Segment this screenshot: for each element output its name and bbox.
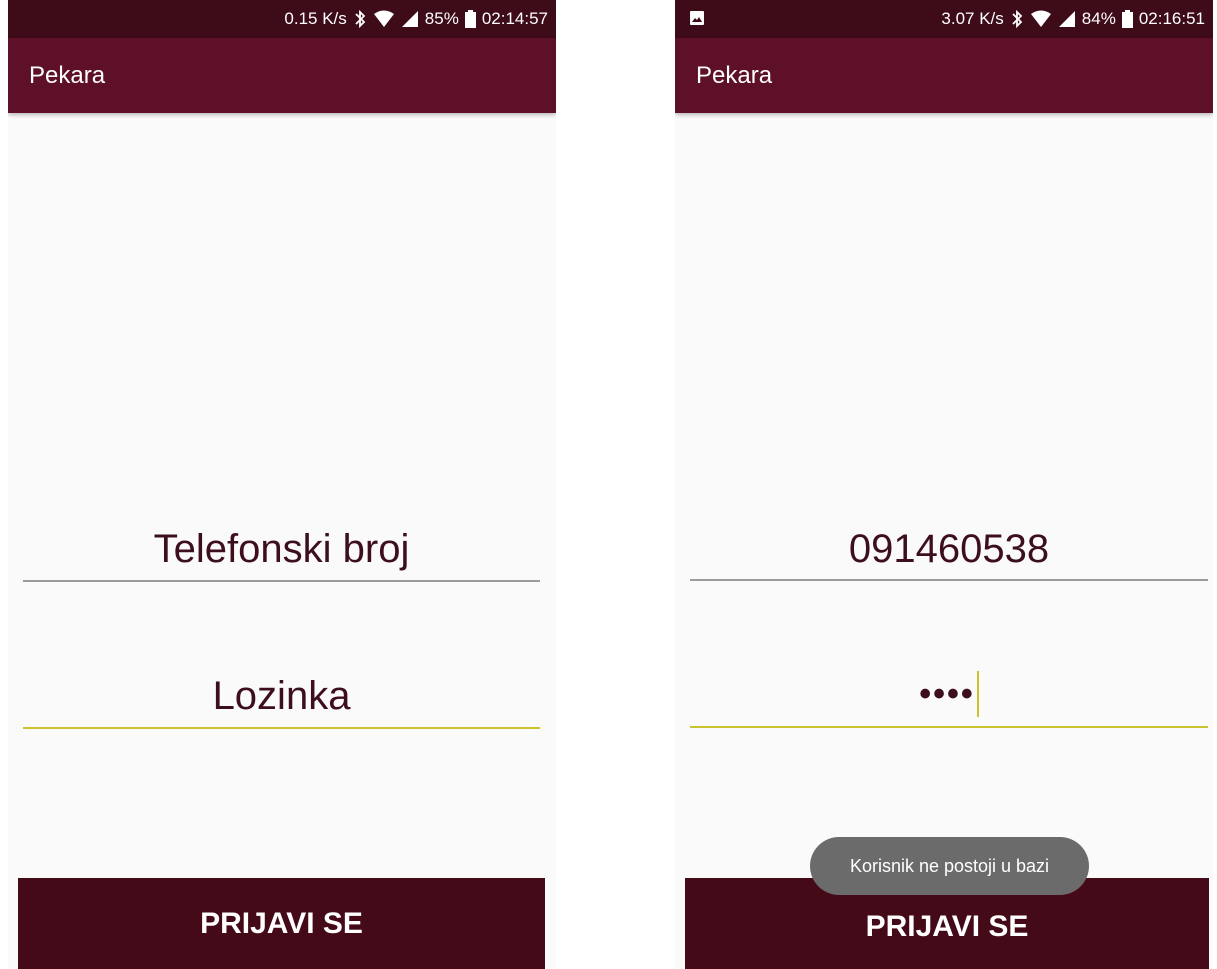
phone-number-underline	[23, 580, 540, 582]
bluetooth-icon	[353, 10, 367, 28]
phone-number-field[interactable]: 091460538	[690, 525, 1208, 585]
phone-number-value: 091460538	[848, 527, 1050, 571]
login-screen-error: 3.07 K/s 84% 02:16:51 Pekara 091460538 •…	[675, 0, 1213, 969]
app-bar: Pekara	[8, 38, 556, 113]
battery-percent: 84%	[1081, 9, 1116, 28]
status-bar: 0.15 K/s 85% 02:14:57	[8, 0, 556, 38]
password-placeholder: Lozinka	[212, 674, 351, 718]
phone-number-placeholder: Telefonski broj	[153, 527, 410, 571]
battery-icon	[1121, 10, 1133, 28]
password-underline	[23, 727, 540, 729]
signal-icon	[401, 10, 419, 28]
password-value: ••••	[919, 675, 975, 713]
password-field[interactable]: ••••	[690, 664, 1208, 734]
app-title: Pekara	[29, 61, 106, 89]
bluetooth-icon	[1010, 10, 1024, 28]
signal-icon	[1058, 10, 1076, 28]
login-button[interactable]: PRIJAVI SE	[18, 878, 545, 969]
gallery-notification-icon	[689, 10, 705, 26]
net-speed: 3.07 K/s	[941, 9, 1004, 28]
status-bar: 3.07 K/s 84% 02:16:51	[675, 0, 1213, 38]
password-field[interactable]: Lozinka	[23, 672, 540, 732]
net-speed: 0.15 K/s	[284, 9, 347, 28]
login-screen-empty: 0.15 K/s 85% 02:14:57 Pekara Telefonski …	[8, 0, 556, 969]
clock: 02:16:51	[1138, 9, 1205, 28]
password-underline	[690, 726, 1208, 728]
toast-message: Korisnik ne postoji u bazi	[810, 837, 1089, 895]
text-cursor	[976, 671, 979, 718]
password-value-row: ••••	[690, 668, 1208, 718]
clock: 02:14:57	[481, 9, 548, 28]
battery-icon	[464, 10, 476, 28]
phone-number-underline	[690, 579, 1208, 581]
app-bar: Pekara	[675, 38, 1213, 113]
app-title: Pekara	[696, 61, 773, 89]
battery-percent: 85%	[424, 9, 459, 28]
wifi-icon	[1030, 10, 1052, 28]
phone-number-field[interactable]: Telefonski broj	[23, 525, 540, 585]
wifi-icon	[373, 10, 395, 28]
